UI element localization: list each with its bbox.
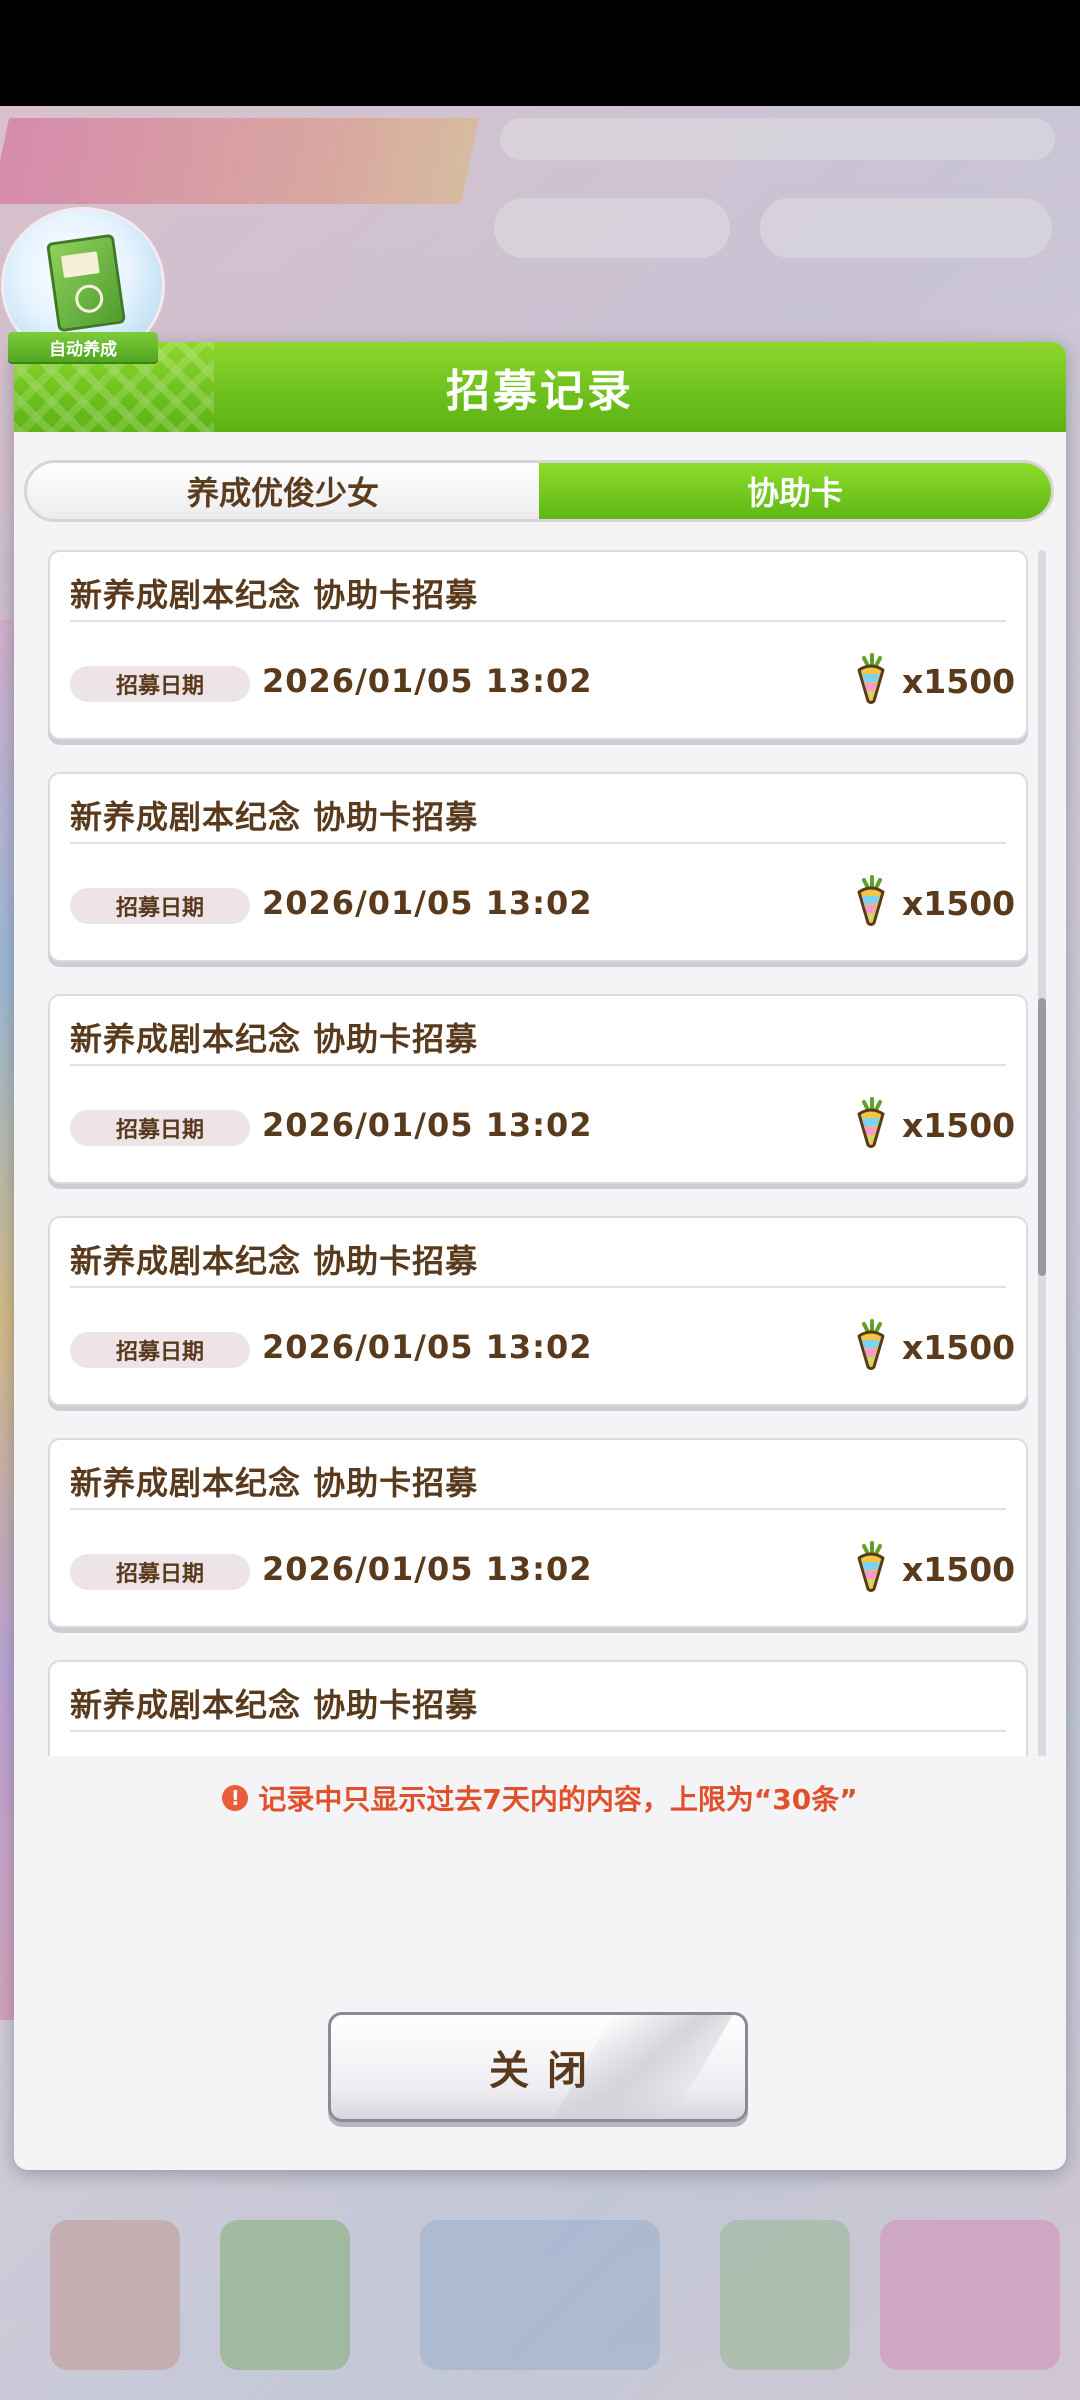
tab-trainee[interactable]: 养成优俊少女 xyxy=(27,463,539,519)
record-item: 新养成剧本纪念 协助卡招募 招募日期 2026/01/05 13:02 x150… xyxy=(48,1216,1028,1406)
record-item: 新养成剧本纪念 协助卡招募 招募日期 2026/01/05 13:02 x150… xyxy=(48,994,1028,1184)
record-amount: x1500 xyxy=(902,1106,1016,1145)
record-date-label: 招募日期 xyxy=(70,1554,250,1590)
tab-bar: 养成优俊少女 协助卡 xyxy=(24,460,1054,522)
record-date: 2026/01/05 13:02 xyxy=(262,1106,593,1144)
record-amount: x1500 xyxy=(902,1328,1016,1367)
record-title: 新养成剧本纪念 协助卡招募 xyxy=(70,1686,479,1724)
record-amount: x1500 xyxy=(902,884,1016,923)
record-list[interactable]: 新养成剧本纪念 协助卡招募 招募日期 2026/01/05 13:02 x150… xyxy=(14,538,1066,1756)
carrot-gem-icon xyxy=(857,1097,885,1148)
record-date: 2026/01/05 13:02 xyxy=(262,662,593,700)
record-divider xyxy=(70,842,1006,844)
record-item: 新养成剧本纪念 协助卡招募 招募日期 2026/01/05 13:02 x150… xyxy=(48,772,1028,962)
record-date-label: 招募日期 xyxy=(70,888,250,924)
record-title: 新养成剧本纪念 协助卡招募 xyxy=(70,1242,479,1280)
notice-text: ! 记录中只显示过去7天内的内容，上限为“30条” xyxy=(14,1778,1066,1818)
carrot-gem-icon xyxy=(857,653,885,704)
book-icon xyxy=(46,233,126,333)
carrot-gem-icon xyxy=(857,1541,885,1592)
record-divider xyxy=(70,620,1006,622)
record-date: 2026/01/05 13:02 xyxy=(262,1328,593,1366)
record-date: 2026/01/05 13:02 xyxy=(262,1550,593,1588)
record-divider xyxy=(70,1064,1006,1066)
close-button[interactable]: 关闭 xyxy=(328,2012,748,2122)
notice-label: 记录中只显示过去7天内的内容，上限为“30条” xyxy=(258,1783,858,1816)
auto-train-badge[interactable]: 自动养成 xyxy=(4,210,162,368)
auto-train-label: 自动养成 xyxy=(8,332,158,362)
close-button-label: 关闭 xyxy=(489,2048,605,2094)
recruit-history-dialog: 招募记录 养成优俊少女 协助卡 新养成剧本纪念 协助卡招募 招募日期 2026/… xyxy=(14,342,1066,2170)
warning-icon: ! xyxy=(222,1785,249,1811)
dialog-title: 招募记录 xyxy=(446,366,634,417)
record-date-label: 招募日期 xyxy=(70,1332,250,1368)
record-divider xyxy=(70,1730,1006,1732)
record-title: 新养成剧本纪念 协助卡招募 xyxy=(70,798,479,836)
record-date-label: 招募日期 xyxy=(70,666,250,702)
record-title: 新养成剧本纪念 协助卡招募 xyxy=(70,1464,479,1502)
record-item: 新养成剧本纪念 协助卡招募 招募日期 2026/01/05 13:02 x150… xyxy=(48,1660,1028,1756)
record-title: 新养成剧本纪念 协助卡招募 xyxy=(70,576,479,614)
record-title: 新养成剧本纪念 协助卡招募 xyxy=(70,1020,479,1058)
record-item: 新养成剧本纪念 协助卡招募 招募日期 2026/01/05 13:02 x150… xyxy=(48,1438,1028,1628)
scrollbar-thumb[interactable] xyxy=(1038,998,1046,1276)
record-divider xyxy=(70,1286,1006,1288)
record-amount: x1500 xyxy=(902,1550,1016,1589)
record-amount: x1500 xyxy=(902,662,1016,701)
status-bar-area xyxy=(0,0,1080,106)
carrot-gem-icon xyxy=(857,875,885,926)
record-item: 新养成剧本纪念 协助卡招募 招募日期 2026/01/05 13:02 x150… xyxy=(48,550,1028,740)
record-date-label: 招募日期 xyxy=(70,1110,250,1146)
record-date: 2026/01/05 13:02 xyxy=(262,884,593,922)
record-divider xyxy=(70,1508,1006,1510)
carrot-gem-icon xyxy=(857,1319,885,1370)
tab-support-card[interactable]: 协助卡 xyxy=(539,463,1051,519)
dialog-header: 招募记录 xyxy=(14,342,1066,432)
